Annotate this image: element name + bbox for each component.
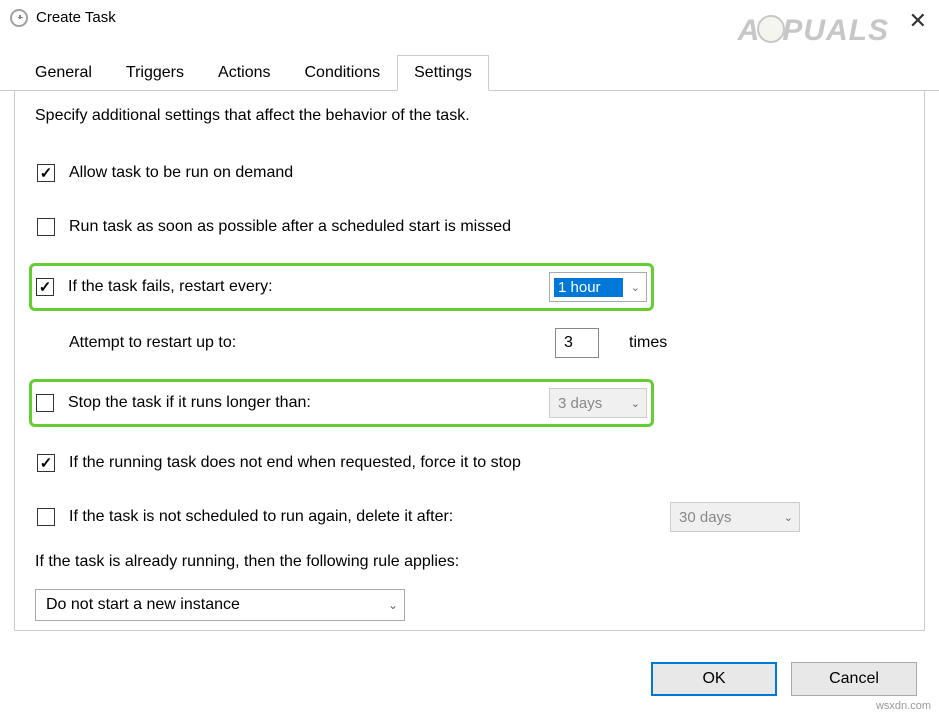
label-restart-every: If the task fails, restart every: [68,278,273,296]
dropdown-value: 3 days [558,395,623,412]
tab-conditions[interactable]: Conditions [287,55,397,91]
row-stop-longer: Stop the task if it runs longer than: 3 … [29,379,654,427]
checkbox-force-stop[interactable] [37,454,55,472]
watermark: APUALS [738,14,889,48]
checkbox-allow-on-demand[interactable] [37,164,55,182]
checkbox-run-asap[interactable] [37,218,55,236]
dropdown-value: 1 hour [554,278,623,297]
dropdown-value: Do not start a new instance [46,596,388,614]
label-attempt-suffix: times [629,334,667,352]
row-force-stop: If the running task does not end when re… [35,445,914,481]
checkbox-restart-every[interactable] [36,278,54,296]
tab-actions[interactable]: Actions [201,55,287,91]
tab-settings[interactable]: Settings [397,55,489,91]
label-allow-on-demand: Allow task to be run on demand [69,164,293,182]
chevron-down-icon: ⌄ [784,511,793,524]
chevron-down-icon: ⌄ [388,598,398,612]
cancel-button[interactable]: Cancel [791,662,917,696]
dialog-buttons: OK Cancel [651,662,917,696]
row-run-asap: Run task as soon as possible after a sch… [35,209,914,245]
checkbox-delete-after[interactable] [37,508,55,526]
label-run-asap: Run task as soon as possible after a sch… [69,218,511,236]
tab-triggers[interactable]: Triggers [109,55,201,91]
clock-icon [10,9,28,27]
label-stop-longer: Stop the task if it runs longer than: [68,394,311,412]
rule-intro-text: If the task is already running, then the… [35,553,914,571]
chevron-down-icon: ⌄ [631,397,640,410]
dropdown-delete-after[interactable]: 30 days ⌄ [670,502,800,532]
dropdown-running-rule[interactable]: Do not start a new instance ⌄ [35,589,405,621]
row-attempt: Attempt to restart up to: 3 times [35,325,914,361]
row-delete-after: If the task is not scheduled to run agai… [35,499,914,535]
settings-panel: Specify additional settings that affect … [14,91,925,631]
label-attempt: Attempt to restart up to: [69,334,236,352]
row-restart-every: If the task fails, restart every: 1 hour… [29,263,654,311]
dropdown-value: 30 days [679,509,776,526]
close-button[interactable]: ✕ [909,8,927,34]
ok-button[interactable]: OK [651,662,777,696]
site-watermark: wsxdn.com [876,700,931,712]
chevron-down-icon: ⌄ [631,281,640,294]
intro-text: Specify additional settings that affect … [35,107,914,125]
input-attempt-count[interactable]: 3 [555,328,599,358]
tab-bar: General Triggers Actions Conditions Sett… [0,54,939,91]
row-allow-on-demand: Allow task to be run on demand [35,155,914,191]
dropdown-restart-interval[interactable]: 1 hour ⌄ [549,272,647,302]
label-force-stop: If the running task does not end when re… [69,454,521,472]
checkbox-stop-longer[interactable] [36,394,54,412]
label-delete-after: If the task is not scheduled to run agai… [69,508,453,526]
tab-general[interactable]: General [18,55,109,91]
window-title: Create Task [36,9,116,26]
dropdown-stop-longer[interactable]: 3 days ⌄ [549,388,647,418]
